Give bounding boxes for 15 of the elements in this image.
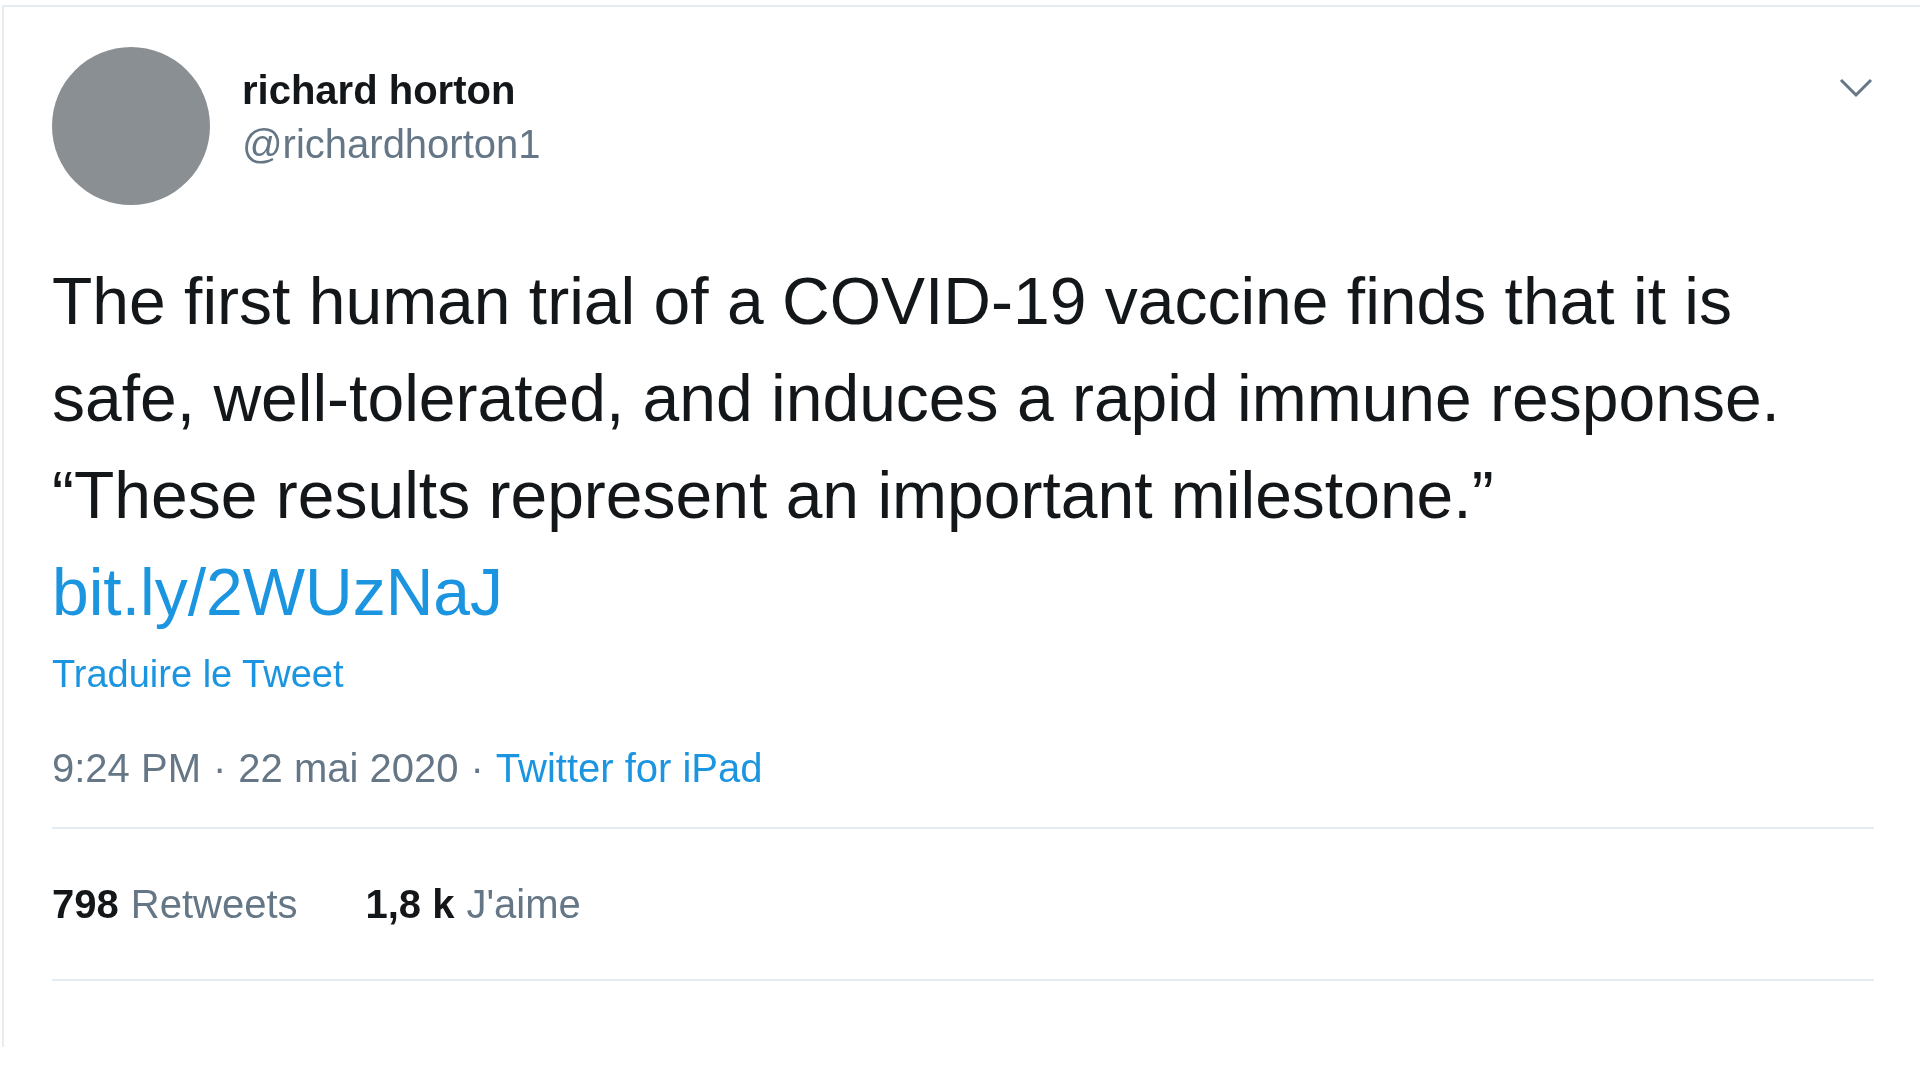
tweet-text: The first human trial of a COVID-19 vaccine finds that it is safe, well-tolerated, and induces a rapid immune response. “These results represent an important milestone.” bit.ly/2WUzNaJ (52, 263, 1781, 631)
author-handle[interactable]: @richardhorton1 (242, 115, 541, 173)
translate-link[interactable]: Traduire le Tweet (52, 649, 1874, 699)
tweet-date[interactable]: 22 mai 2020 (238, 743, 459, 793)
stat-count[interactable]: 798 (52, 879, 119, 929)
stat-label[interactable]: Retweets (130, 879, 298, 929)
tweet-time: 9:24 PM (52, 745, 201, 792)
stat-count[interactable]: 1,8 k (365, 879, 455, 929)
chevron-down-icon[interactable] (1838, 77, 1874, 99)
separator-dot: · (212, 745, 227, 792)
stat-label[interactable]: J'aime (466, 879, 581, 929)
tweet-link[interactable]: bit.ly/2WUzNaJ (52, 555, 504, 629)
separator-dot: · (470, 745, 484, 792)
tweet-source[interactable]: Twitter for iPad (495, 743, 763, 793)
author-name[interactable]: richard horton (242, 65, 541, 115)
